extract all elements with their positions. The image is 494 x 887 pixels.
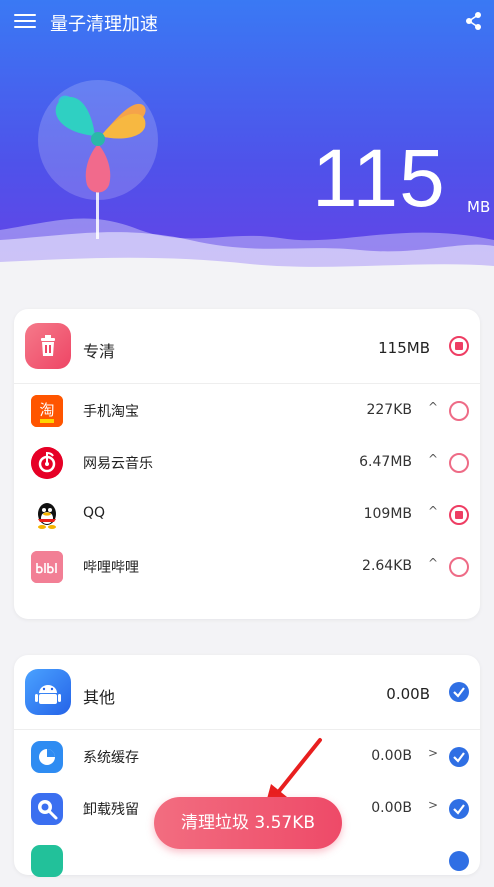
trash-icon <box>25 323 71 369</box>
chevron-up-icon[interactable]: ^ <box>428 504 438 518</box>
chevron-up-icon[interactable]: ^ <box>428 400 438 414</box>
item-label: 卸载残留 <box>83 802 139 818</box>
package-icon <box>31 845 63 877</box>
group-size: 0.00B <box>386 685 430 703</box>
checkmark-icon <box>453 752 465 763</box>
junk-size-unit: MB <box>467 198 491 216</box>
list-item-netease-music[interactable]: 网易云音乐 6.47MB ^ <box>14 437 480 489</box>
group-header-other[interactable]: 其他 0.00B <box>14 655 480 730</box>
item-size: 227KB <box>366 402 412 418</box>
item-checkbox[interactable] <box>449 453 469 473</box>
app-title: 量子清理加速 <box>50 14 158 35</box>
broom-icon <box>31 793 63 825</box>
group-card-special: 专清 115MB 淘 手机淘宝 227KB ^ 网易云音乐 6.47MB ^ Q… <box>14 309 480 619</box>
top-bar: 量子清理加速 <box>0 0 494 44</box>
group-label: 专清 <box>83 342 116 361</box>
item-checkbox-checked[interactable] <box>449 799 469 819</box>
item-label: 网易云音乐 <box>83 456 153 472</box>
item-label: 系统缓存 <box>83 750 139 766</box>
group-header-special[interactable]: 专清 115MB <box>14 309 480 384</box>
svg-text:淘: 淘 <box>39 401 54 419</box>
menu-icon[interactable] <box>14 11 36 31</box>
qq-app-icon <box>31 499 63 531</box>
fan-icon <box>38 80 158 239</box>
item-checkbox[interactable] <box>449 557 469 577</box>
group-checkbox-checked[interactable] <box>449 682 469 702</box>
item-checkbox-checked[interactable] <box>449 851 469 871</box>
item-label: 手机淘宝 <box>83 404 139 420</box>
item-size: 2.64KB <box>362 558 412 574</box>
list-item-qq[interactable]: QQ 109MB ^ <box>14 489 480 541</box>
item-checkbox[interactable] <box>449 401 469 421</box>
bilibili-app-icon <box>31 551 63 583</box>
chevron-right-icon[interactable]: > <box>428 798 438 812</box>
item-size: 0.00B <box>371 748 412 764</box>
item-label: QQ <box>83 505 106 521</box>
group-checkbox-partial[interactable] <box>449 336 469 356</box>
item-label: 哔哩哔哩 <box>83 560 139 576</box>
checkmark-icon <box>453 804 465 815</box>
item-checkbox-partial[interactable] <box>449 505 469 525</box>
group-label: 其他 <box>83 688 116 707</box>
pie-chart-icon <box>31 741 63 773</box>
item-size: 109MB <box>363 506 412 522</box>
hero-header: 量子清理加速 115 MB <box>0 0 494 300</box>
junk-size-value: 115 <box>312 133 446 224</box>
clean-junk-button[interactable]: 清理垃圾 3.57KB <box>154 797 342 849</box>
android-icon <box>25 669 71 715</box>
list-item-system-cache[interactable]: 系统缓存 0.00B > <box>14 731 480 783</box>
item-size: 6.47MB <box>359 454 412 470</box>
chevron-right-icon[interactable]: > <box>428 746 438 760</box>
list-item-bilibili[interactable]: 哔哩哔哩 2.64KB ^ <box>14 541 480 593</box>
share-icon[interactable] <box>464 11 484 31</box>
group-size: 115MB <box>378 339 430 357</box>
list-item-taobao[interactable]: 淘 手机淘宝 227KB ^ <box>14 385 480 437</box>
taobao-app-icon: 淘 <box>31 395 63 427</box>
item-size: 0.00B <box>371 800 412 816</box>
item-checkbox-checked[interactable] <box>449 747 469 767</box>
chevron-up-icon[interactable]: ^ <box>428 452 438 466</box>
netease-music-app-icon <box>31 447 63 479</box>
checkmark-icon <box>453 687 465 698</box>
chevron-up-icon[interactable]: ^ <box>428 556 438 570</box>
